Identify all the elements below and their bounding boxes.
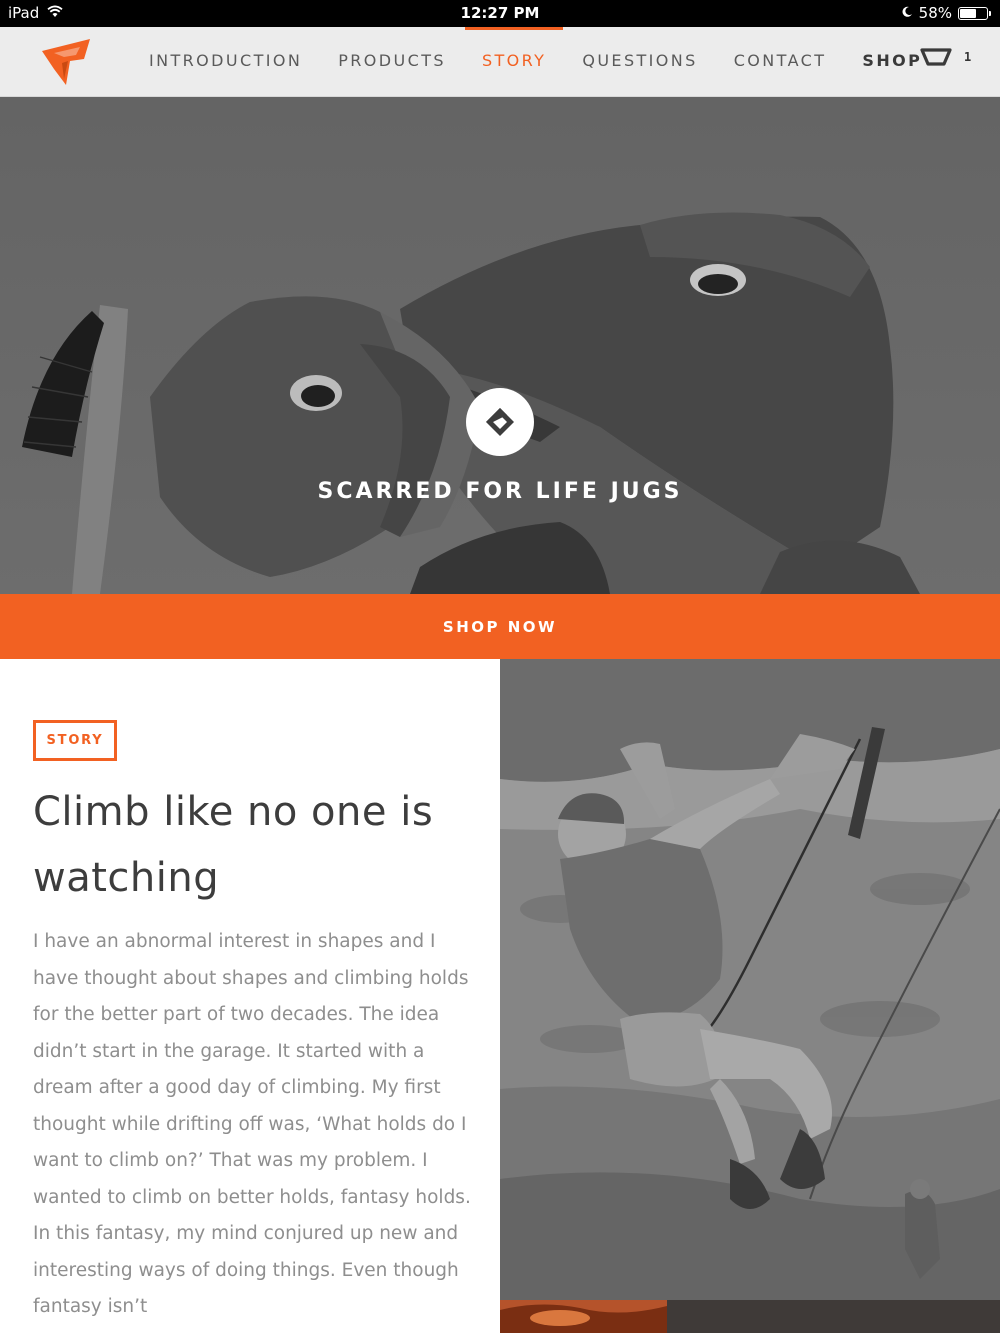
nav-item-shop[interactable]: SHOP bbox=[862, 27, 922, 97]
battery-percent: 58% bbox=[918, 4, 952, 22]
site-header: INTRODUCTION PRODUCTS STORY QUESTIONS CONTAC… bbox=[0, 27, 1000, 97]
hero-title: SCARRED FOR LIFE JUGS bbox=[317, 479, 683, 504]
cart[interactable]: 1 bbox=[920, 47, 971, 71]
bottom-photo-strip bbox=[500, 1300, 667, 1333]
main-nav: INTRODUCTION PRODUCTS STORY QUESTIONS CONTAC… bbox=[149, 27, 958, 97]
hero-banner: SCARRED FOR LIFE JUGS bbox=[0, 97, 1000, 594]
story-body: I have an abnormal interest in shapes an… bbox=[33, 931, 471, 1317]
shop-now-label: SHOP NOW bbox=[442, 617, 558, 636]
battery-fill bbox=[960, 8, 977, 18]
nav-item-questions[interactable]: QUESTIONS bbox=[582, 27, 697, 97]
status-bar: iPad 12:27 PM 58% bbox=[0, 0, 1000, 27]
story-section: STORY Climb like no one is watching I ha… bbox=[0, 659, 500, 1333]
story-tag: STORY bbox=[33, 720, 117, 761]
nav-item-contact[interactable]: CONTACT bbox=[734, 27, 827, 97]
diamond-hold-icon bbox=[466, 388, 534, 456]
nav-item-story[interactable]: STORY bbox=[464, 27, 564, 97]
climber-photo bbox=[500, 659, 1000, 1300]
hero-image bbox=[0, 97, 1000, 594]
cart-icon[interactable] bbox=[920, 47, 952, 71]
status-right: 58% bbox=[901, 4, 991, 22]
bottom-dark-panel bbox=[667, 1300, 1000, 1333]
shop-now-button[interactable]: SHOP NOW bbox=[0, 594, 1000, 659]
status-time: 12:27 PM bbox=[460, 4, 540, 22]
battery-icon bbox=[958, 6, 991, 20]
cart-count: 1 bbox=[964, 50, 972, 64]
story-heading: Climb like no one is watching bbox=[33, 789, 434, 901]
nav-item-introduction[interactable]: INTRODUCTION bbox=[149, 27, 302, 97]
nav-item-products[interactable]: PRODUCTS bbox=[338, 27, 446, 97]
moon-icon bbox=[901, 4, 913, 22]
brand-logo-icon[interactable] bbox=[40, 37, 92, 87]
